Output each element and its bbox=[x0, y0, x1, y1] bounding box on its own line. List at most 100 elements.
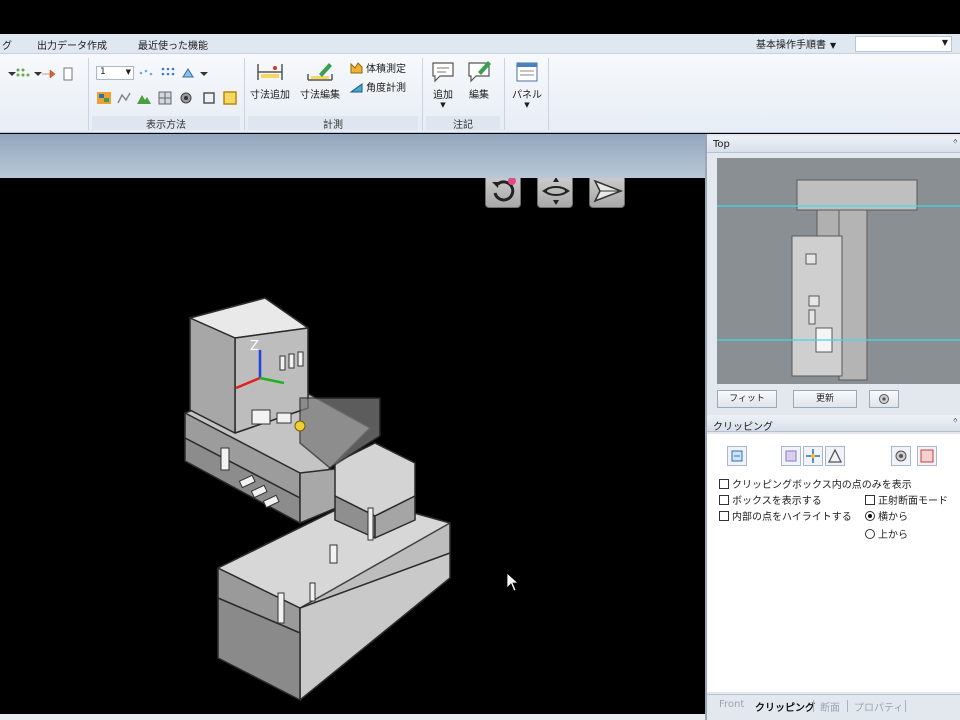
dimension-edit-icon bbox=[307, 63, 333, 81]
chevron-down-icon: ▼ bbox=[830, 41, 837, 50]
view-from-side-label: 横から bbox=[878, 512, 908, 523]
sparse-points-icon[interactable] bbox=[138, 65, 154, 81]
clip-fit-button[interactable] bbox=[917, 446, 937, 466]
side-panel: Top ᛜ フィット 更新 クリッピング ᛜ クリッピングボックス内の点のみを表… bbox=[705, 134, 960, 720]
page-icon[interactable] bbox=[60, 66, 76, 82]
panel-button[interactable]: パネル ▼ bbox=[512, 60, 542, 109]
dim-edit-label: 寸法編集 bbox=[300, 90, 340, 101]
group-separator bbox=[244, 58, 245, 130]
chevron-down-icon: ▼ bbox=[941, 38, 948, 47]
show-box-label: ボックスを表示する bbox=[732, 496, 822, 507]
select-tool-icon[interactable] bbox=[180, 65, 196, 81]
top-view-settings-button[interactable] bbox=[869, 390, 899, 408]
tab-separator bbox=[813, 700, 814, 712]
angle-measure-label: 角度計測 bbox=[366, 83, 406, 94]
radio-unselected[interactable] bbox=[865, 528, 875, 539]
tab-section[interactable]: 断面 bbox=[820, 699, 840, 714]
menu-bar: グ 出力データ作成 最近使った機能 基本操作手順書 ▼ ▼ bbox=[0, 34, 960, 54]
shaded-box-icon[interactable] bbox=[222, 90, 238, 106]
search-input[interactable]: ▼ bbox=[855, 36, 952, 52]
mesh-icon[interactable] bbox=[157, 90, 173, 106]
comment-edit-icon bbox=[468, 61, 491, 83]
ortho-section-checkbox[interactable]: 正射断面モード bbox=[865, 492, 948, 507]
move-arrow-icon[interactable] bbox=[40, 66, 56, 82]
checkbox[interactable] bbox=[865, 494, 875, 505]
menu-item-output-data[interactable]: 出力データ作成 bbox=[37, 37, 107, 52]
show-inside-only-checkbox[interactable]: クリッピングボックス内の点のみを表示 bbox=[719, 476, 912, 491]
dropdown-arrow-icon[interactable] bbox=[196, 66, 212, 82]
checkbox[interactable] bbox=[719, 478, 729, 489]
dense-points-icon[interactable] bbox=[160, 65, 176, 81]
top-view-map[interactable] bbox=[717, 158, 960, 384]
top-view-panel-title: Top ᛜ bbox=[707, 136, 960, 153]
camera-icon[interactable] bbox=[178, 90, 194, 106]
view-from-top-radio[interactable]: 上から bbox=[865, 526, 908, 541]
comment-add-icon bbox=[432, 62, 454, 83]
radio-selected[interactable] bbox=[865, 510, 875, 521]
note-add-button[interactable]: 追加 ▼ bbox=[430, 60, 456, 109]
view-from-side-radio[interactable]: 横から bbox=[865, 508, 908, 523]
clipping-title: クリッピング bbox=[713, 422, 773, 433]
top-view-title: Top bbox=[713, 139, 730, 150]
panel-icon bbox=[516, 62, 538, 82]
show-box-checkbox[interactable]: ボックスを表示する bbox=[719, 492, 822, 507]
app-window: グ 出力データ作成 最近使った機能 基本操作手順書 ▼ ▼ 1 ▼ 表示方法 寸… bbox=[0, 0, 960, 720]
clip-reset-button[interactable] bbox=[727, 446, 747, 466]
tab-properties[interactable]: プロパティ bbox=[854, 699, 903, 714]
group-separator bbox=[504, 58, 505, 130]
refresh-button[interactable]: 更新 bbox=[793, 390, 857, 408]
manual-combo[interactable]: 基本操作手順書 ▼ bbox=[756, 36, 836, 52]
gear-icon bbox=[895, 450, 907, 462]
point-size-value: 1 bbox=[100, 67, 106, 77]
tab-front[interactable]: Front bbox=[719, 699, 744, 710]
box-outline-icon[interactable] bbox=[201, 90, 217, 106]
tab-separator bbox=[847, 700, 848, 712]
intensity-icon[interactable] bbox=[116, 90, 132, 106]
dim-edit-button[interactable]: 寸法編集 bbox=[300, 60, 340, 101]
menu-item-recent-functions[interactable]: 最近使った機能 bbox=[138, 37, 208, 52]
clip-settings-button[interactable] bbox=[891, 446, 911, 466]
fit-button[interactable]: フィット bbox=[717, 390, 777, 408]
clipping-panel-title: クリッピング ᛜ bbox=[707, 415, 960, 433]
angle-measure-button[interactable]: 角度計測 bbox=[350, 79, 406, 94]
note-edit-button[interactable]: 編集 bbox=[466, 60, 492, 101]
viewport-sky-band bbox=[0, 134, 705, 178]
dimension-add-icon bbox=[257, 64, 283, 80]
show-inside-only-label: クリッピングボックス内の点のみを表示 bbox=[732, 480, 912, 491]
checkbox[interactable] bbox=[719, 510, 729, 521]
dim-add-button[interactable]: 寸法追加 bbox=[250, 60, 290, 101]
checkbox[interactable] bbox=[719, 494, 729, 505]
highlight-inside-checkbox[interactable]: 内部の点をハイライトする bbox=[719, 508, 852, 523]
ribbon: 1 ▼ 表示方法 寸法追加 寸法編集 体積測定 角度計測 計測 追加 ▼ 編集 … bbox=[0, 54, 960, 133]
tab-clipping[interactable]: クリッピング bbox=[755, 699, 815, 714]
fit-box-icon bbox=[920, 449, 934, 463]
pin-icon[interactable]: ᛜ bbox=[953, 417, 958, 427]
clip-rotate-button[interactable] bbox=[825, 446, 845, 466]
manual-combo-label: 基本操作手順書 bbox=[756, 40, 826, 51]
move-icon bbox=[806, 449, 820, 463]
dim-add-label: 寸法追加 bbox=[250, 90, 290, 101]
note-edit-label: 編集 bbox=[469, 90, 489, 101]
pin-icon[interactable]: ᛜ bbox=[953, 138, 958, 148]
top-view-footprint bbox=[717, 179, 960, 381]
3d-viewport[interactable]: Z bbox=[0, 178, 705, 714]
group-label-display-method: 表示方法 bbox=[92, 116, 240, 131]
title-bar bbox=[0, 0, 960, 34]
tab-separator bbox=[905, 700, 906, 712]
view-from-top-label: 上から bbox=[878, 530, 908, 541]
note-add-label: 追加 bbox=[433, 90, 453, 101]
terrain-icon[interactable] bbox=[136, 90, 152, 106]
clipping-panel: クリッピングボックス内の点のみを表示 ボックスを表示する 正射断面モード 内部の… bbox=[707, 434, 960, 692]
gear-icon bbox=[879, 394, 889, 404]
volume-measure-button[interactable]: 体積測定 bbox=[350, 60, 406, 75]
point-size-combo[interactable]: 1 ▼ bbox=[96, 66, 134, 80]
clip-move-button[interactable] bbox=[803, 446, 823, 466]
group-separator bbox=[88, 58, 89, 130]
reset-icon bbox=[731, 450, 743, 462]
color-mode-icon[interactable] bbox=[96, 90, 112, 106]
grid-points-icon[interactable] bbox=[14, 66, 30, 82]
menu-item-partial[interactable]: グ bbox=[2, 37, 12, 52]
group-label-measure: 計測 bbox=[248, 116, 418, 131]
ortho-section-label: 正射断面モード bbox=[878, 496, 948, 507]
clip-box-button[interactable] bbox=[781, 446, 801, 466]
